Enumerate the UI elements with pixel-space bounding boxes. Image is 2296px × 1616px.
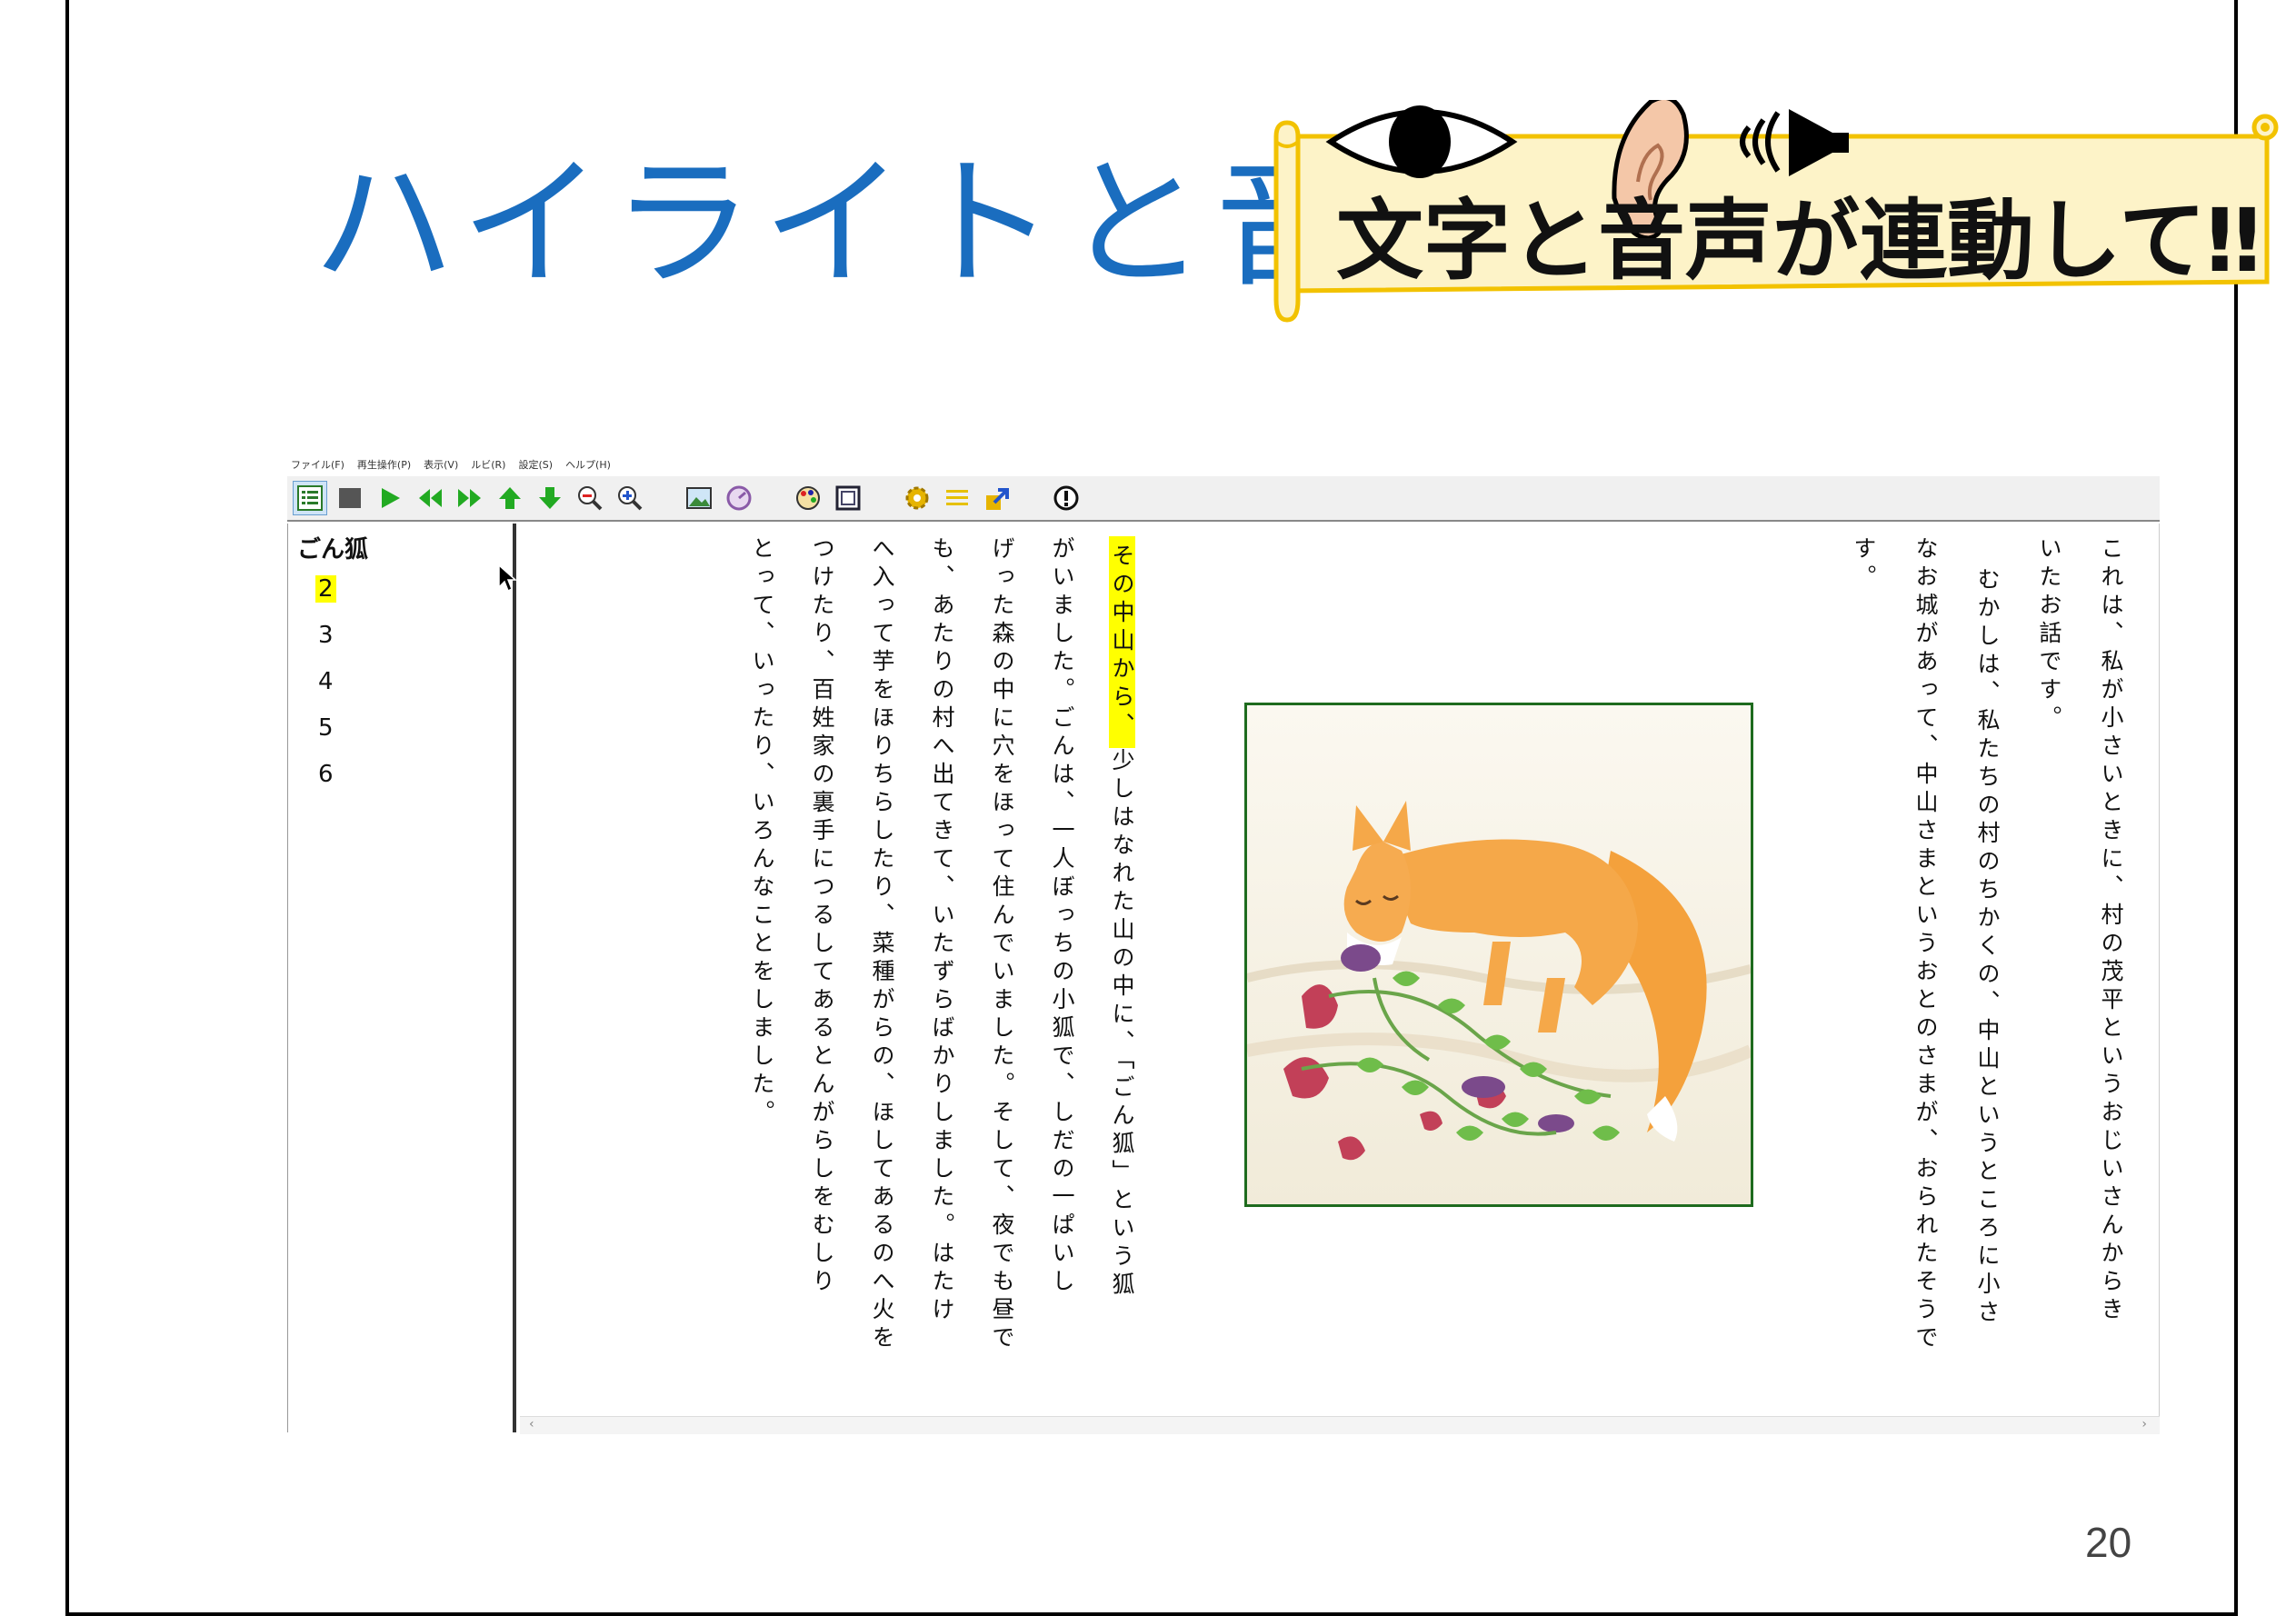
fox-illustration — [1244, 703, 1753, 1207]
sidebar-title: ごん狐 — [297, 536, 369, 564]
text-column-12: とって、いったり、いろんなことをしました。 — [749, 536, 775, 1128]
up-arrow-icon[interactable] — [493, 481, 527, 515]
sidebar-item-2[interactable]: 2 — [315, 573, 336, 619]
sidebar-item-6[interactable]: 6 — [315, 758, 336, 804]
toc-icon[interactable] — [293, 481, 327, 515]
sidebar-item-3[interactable]: 3 — [315, 619, 336, 665]
palette-icon[interactable] — [791, 481, 825, 515]
zoom-in-icon[interactable] — [613, 481, 647, 515]
rewind-icon[interactable] — [413, 481, 447, 515]
horizontal-scrollbar[interactable]: ‹ › — [520, 1416, 2160, 1434]
banner-scroll: 文字と音声が連動して‼ — [1267, 100, 2283, 354]
menu-file[interactable]: ファイル(F) — [291, 457, 344, 472]
text-column-4: なお城があって、中山さまというおとのさまが、おられたそうで — [1912, 536, 1939, 1353]
text-column-11: つけたり、百姓家の裏手につるしてあるとんがらしをむしり — [809, 536, 835, 1297]
menu-help[interactable]: ヘルプ(H) — [565, 457, 611, 472]
scroll-left-icon[interactable]: ‹ — [529, 1417, 534, 1431]
toolbar — [287, 476, 2160, 522]
slide: ハイライトと音 文字と音声が連動して‼ ファイル(F) 再生操作(P) 表示(V… — [65, 0, 2279, 1616]
vertical-text-view: これは、私が小さいときに、村の茂平というおじいさんからき いたお話です。 むかし… — [520, 524, 2160, 1432]
scroll-right-icon[interactable]: › — [2141, 1417, 2147, 1431]
frame-icon[interactable] — [831, 481, 865, 515]
text-column-3: むかしは、私たちの村のちかくの、中山というところに小さ — [1974, 567, 2001, 1328]
text-column-5: す。 — [1851, 536, 1877, 593]
text-column-10: へ入って芋をほりちらしたり、菜種がらの、ほしてあるのへ火を — [869, 536, 895, 1353]
highlighted-phrase: その中山から、 — [1109, 536, 1135, 748]
sidebar-item-4[interactable]: 4 — [315, 665, 336, 712]
settings-icon[interactable] — [900, 481, 934, 515]
menu-settings[interactable]: 設定(S) — [518, 457, 553, 472]
text-column-6: その中山から、少しはなれた山の中に、「ごん狐」という狐 — [1109, 536, 1135, 1301]
menu-bar: ファイル(F) 再生操作(P) 表示(V) ルビ(R) 設定(S) ヘルプ(H) — [287, 454, 611, 474]
sidebar-item-5[interactable]: 5 — [315, 712, 336, 758]
text-column-9: も、あたりの村へ出てきて、いたずらばかりしました。はたけ — [929, 536, 955, 1325]
lines-icon[interactable] — [940, 481, 974, 515]
menu-view[interactable]: 表示(V) — [424, 457, 458, 472]
chapter-sidebar: ごん狐 2 3 4 5 6 — [287, 524, 517, 1432]
fast-forward-icon[interactable] — [453, 481, 487, 515]
down-arrow-icon[interactable] — [533, 481, 567, 515]
chapter-list: 2 3 4 5 6 — [315, 573, 336, 804]
banner-text: 文字と音声が連動して‼ — [1336, 190, 2261, 292]
text-column-1: これは、私が小さいときに、村の茂平というおじいさんからき — [2098, 536, 2124, 1325]
stop-icon[interactable] — [333, 481, 367, 515]
image-icon[interactable] — [682, 481, 716, 515]
slide-title: ハイライトと音 — [313, 141, 1366, 306]
reader-app-window: ファイル(F) 再生操作(P) 表示(V) ルビ(R) 設定(S) ヘルプ(H) — [287, 454, 2160, 1436]
menu-ruby[interactable]: ルビ(R) — [471, 457, 505, 472]
export-icon[interactable] — [980, 481, 1014, 515]
zoom-out-icon[interactable] — [573, 481, 607, 515]
mouse-cursor-icon — [498, 564, 517, 593]
speed-icon[interactable] — [722, 481, 756, 515]
page-number: 20 — [2085, 1519, 2132, 1566]
text-column-7: がいました。ごんは、一人ぼっちの小狐で、しだの一ぱいし — [1049, 536, 1075, 1297]
text-column-2: いたお話です。 — [2036, 536, 2062, 733]
text-column-8: げった森の中に穴をほって住んでいました。そして、夜でも昼で — [989, 536, 1015, 1353]
menu-playback[interactable]: 再生操作(P) — [357, 457, 411, 472]
text-column-6-rest: 少しはなれた山の中に、「ごん狐」という狐 — [1109, 748, 1135, 1301]
play-icon[interactable] — [373, 481, 407, 515]
info-icon[interactable] — [1049, 481, 1083, 515]
